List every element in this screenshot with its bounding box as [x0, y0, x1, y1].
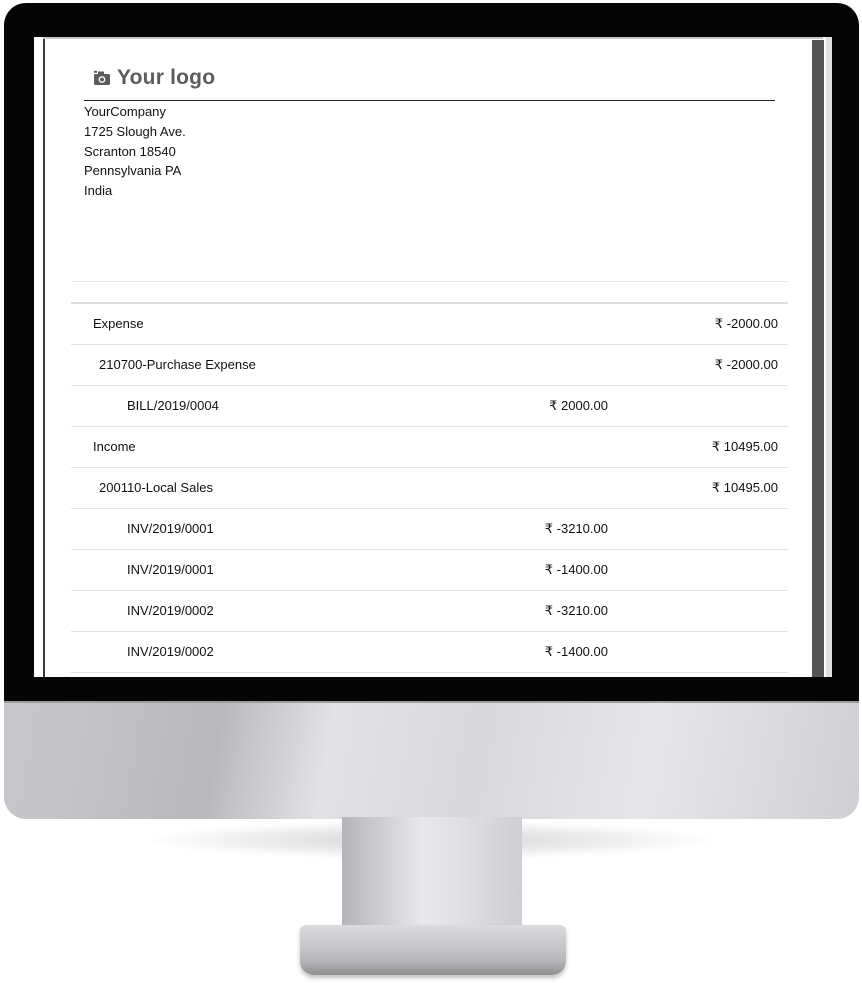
row-amount: ₹ -1400.00	[544, 562, 608, 577]
scrollbar-track	[826, 37, 832, 677]
table-row[interactable]: INV/2019/0001 ₹ -3210.00	[71, 509, 788, 550]
row-amount: ₹ -1400.00	[544, 644, 608, 659]
address-line: Scranton 18540	[84, 143, 176, 159]
row-label: 210700-Purchase Expense	[99, 357, 256, 372]
table-row[interactable]: 210700-Purchase Expense ₹ -2000.00	[71, 345, 788, 386]
table-row[interactable]: INV/2019/0002 ₹ -3210.00	[71, 591, 788, 632]
address-line: Pennsylvania PA	[84, 163, 182, 179]
monitor-stand-base	[300, 925, 566, 975]
address-line: India	[84, 183, 113, 199]
row-total: ₹ 10495.00	[711, 439, 778, 454]
table-row[interactable]: Income ₹ 10495.00	[71, 427, 788, 468]
row-label: INV/2019/0002	[127, 603, 214, 618]
row-label: INV/2019/0002	[127, 644, 214, 659]
row-total: ₹ 10495.00	[711, 480, 778, 495]
table-row[interactable]: 200110-Local Sales ₹ 10495.00	[71, 468, 788, 509]
camera-icon	[94, 70, 110, 85]
row-amount: ₹ -3210.00	[544, 603, 608, 618]
table-row[interactable]: Expense ₹ -2000.00	[71, 304, 788, 345]
row-total: ₹ -2000.00	[714, 316, 778, 331]
scrollbar[interactable]	[812, 40, 824, 677]
logo-text: Your logo	[117, 66, 216, 89]
row-label: INV/2019/0001	[127, 521, 214, 536]
row-amount: ₹ -3210.00	[544, 521, 608, 536]
table-row[interactable]: INV/2019/0002 ₹ -1400.00	[71, 632, 788, 673]
monitor-chin	[4, 701, 859, 819]
screen: Your logo YourCompany 1725 Slough Ave. S…	[34, 37, 832, 677]
address-line: YourCompany	[84, 104, 166, 119]
row-label: Income	[93, 439, 136, 454]
company-address: YourCompany 1725 Slough Ave. Scranton 18…	[84, 102, 186, 201]
monitor-stand-neck	[342, 817, 522, 937]
company-logo: Your logo	[93, 63, 215, 93]
row-label: INV/2019/0001	[127, 562, 214, 577]
address-line: 1725 Slough Ave.	[84, 123, 186, 139]
row-label: BILL/2019/0004	[127, 398, 219, 413]
table-row[interactable]: INV/2019/0001 ₹ -1400.00	[71, 550, 788, 591]
header-divider	[84, 100, 775, 101]
section-divider	[71, 281, 788, 282]
page-top-edge	[43, 37, 823, 39]
row-amount: ₹ 2000.00	[549, 398, 608, 413]
table-row[interactable]: BILL/2019/0004 ₹ 2000.00	[71, 386, 788, 427]
row-label: 200110-Local Sales	[99, 480, 213, 495]
row-label: Expense	[93, 316, 144, 331]
page-left-edge	[43, 39, 45, 677]
report-table: Expense ₹ -2000.00 210700-Purchase Expen…	[71, 304, 788, 673]
row-total: ₹ -2000.00	[714, 357, 778, 372]
